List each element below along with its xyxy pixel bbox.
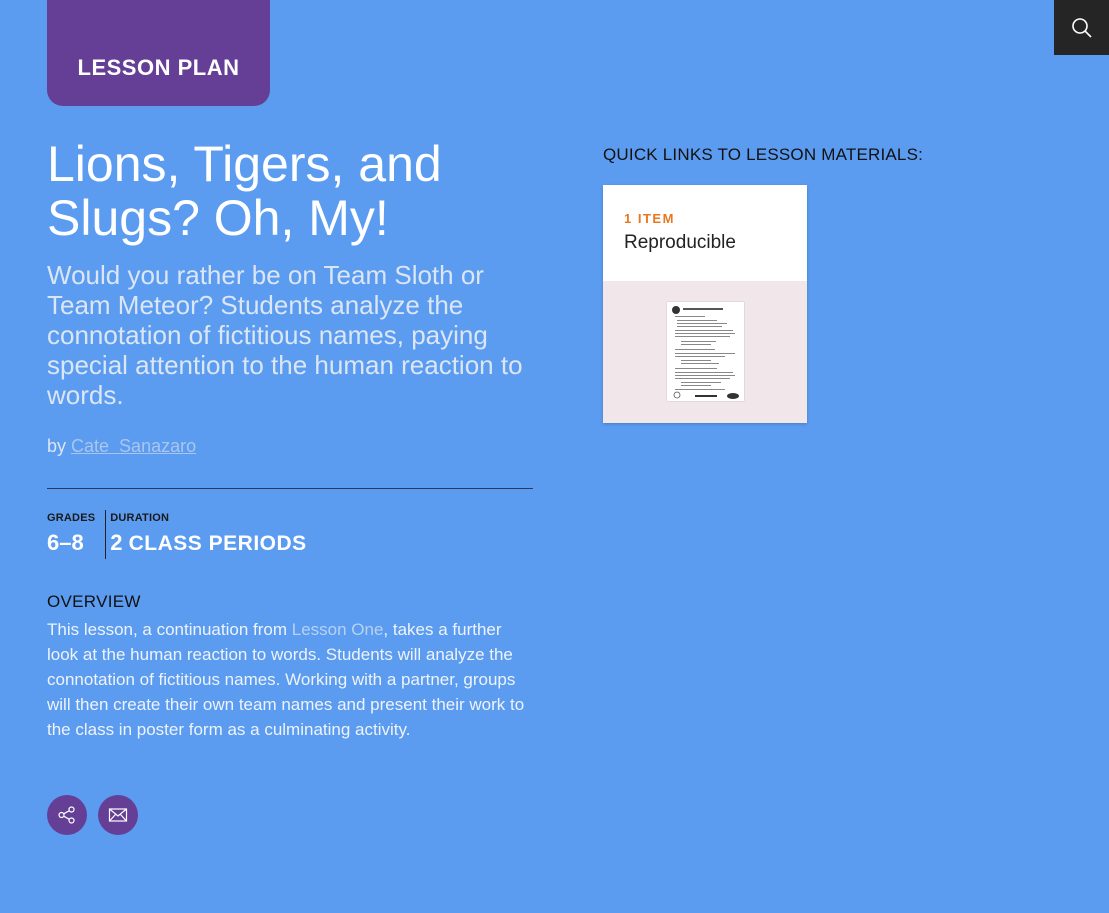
material-type: Reproducible	[624, 232, 736, 253]
share-button[interactable]	[47, 795, 87, 835]
material-thumbnail-area	[603, 281, 807, 423]
duration-unit: CLASS PERIODS	[128, 532, 307, 555]
lesson-plan-badge: LESSON PLAN	[47, 0, 270, 106]
byline: by Cate Sanazaro	[47, 436, 196, 457]
lesson-one-link[interactable]: Lesson One	[292, 620, 384, 639]
grades-block: GRADES 6–8	[47, 510, 105, 559]
page-subtitle: Would you rather be on Team Sloth or Tea…	[47, 260, 523, 410]
page-title: Lions, Tigers, and Slugs? Oh, My!	[47, 136, 442, 246]
share-icon	[58, 806, 75, 824]
material-count: 1 ITEM	[624, 211, 675, 226]
quick-links-heading: QUICK LINKS TO LESSON MATERIALS:	[603, 145, 924, 164]
divider	[47, 488, 533, 489]
email-icon	[108, 808, 128, 822]
lesson-meta: GRADES 6–8 DURATION 2 CLASS PERIODS	[47, 510, 317, 559]
search-button[interactable]	[1054, 0, 1109, 55]
grades-label: GRADES	[47, 512, 96, 524]
material-card-reproducible[interactable]: 1 ITEM Reproducible	[603, 185, 807, 423]
badge-label: LESSON PLAN	[77, 55, 240, 80]
email-button[interactable]	[98, 795, 138, 835]
overview-heading: OVERVIEW	[47, 592, 141, 611]
author-link[interactable]: Cate Sanazaro	[71, 436, 196, 456]
overview-text: This lesson, a continuation from Lesson …	[47, 617, 527, 742]
search-icon	[1071, 17, 1092, 38]
overview-text-before: This lesson, a continuation from	[47, 620, 292, 639]
document-thumbnail	[667, 302, 744, 401]
duration-block: DURATION 2 CLASS PERIODS	[105, 510, 316, 559]
grades-value: 6–8	[47, 530, 84, 555]
by-label: by	[47, 436, 67, 456]
duration-number: 2	[110, 530, 123, 555]
duration-label: DURATION	[110, 512, 170, 524]
duration-value: 2 CLASS PERIODS	[110, 528, 306, 559]
